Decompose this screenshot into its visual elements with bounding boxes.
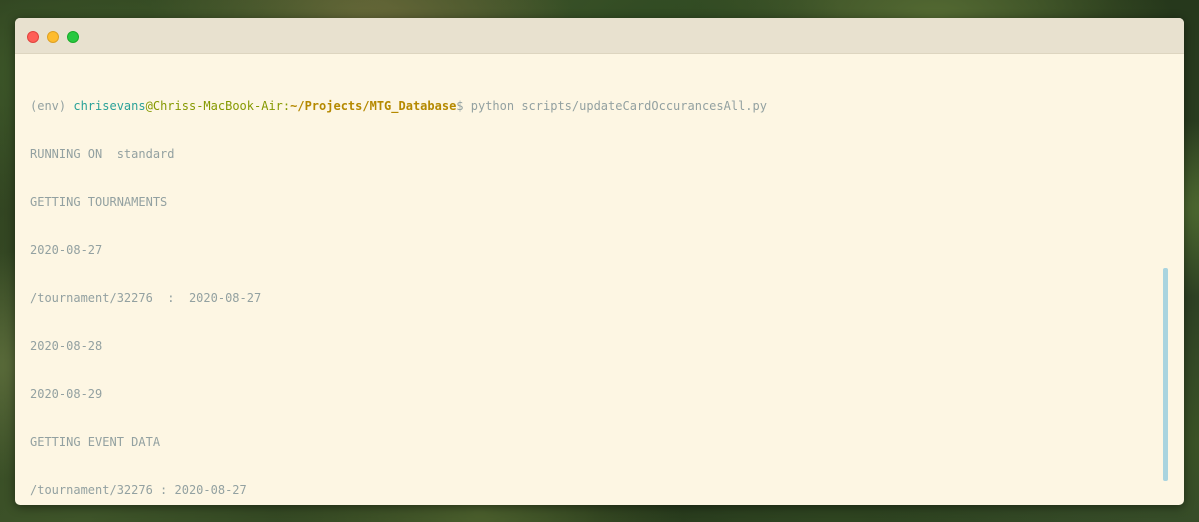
output-line: GETTING EVENT DATA [30,435,161,449]
prompt-at: @ [145,99,153,113]
env-indicator: (env) [30,99,74,113]
output-line: /tournament/32276 : 2020-08-27 [30,291,262,305]
command-prompt-line: (env) chrisevans@Chriss-MacBook-Air:~/Pr… [30,98,1154,114]
title-bar[interactable] [15,18,1184,54]
prompt-symbol: $ [456,99,464,113]
prompt-host: Chriss-MacBook-Air [152,99,283,113]
minimize-window-button[interactable] [47,31,59,43]
output-line: 2020-08-29 [30,387,103,401]
terminal-window: (env) chrisevans@Chriss-MacBook-Air:~/Pr… [15,18,1184,505]
terminal-output[interactable]: (env) chrisevans@Chriss-MacBook-Air:~/Pr… [30,66,1154,497]
output-line: GETTING TOURNAMENTS [30,195,168,209]
command-text: python scripts/updateCardOccurancesAll.p… [463,99,767,113]
prompt-user: chrisevans [73,99,146,113]
vertical-scrollbar[interactable] [1163,268,1168,481]
output-line: 2020-08-28 [30,339,103,353]
prompt-path: ~/Projects/MTG_Database [290,99,457,113]
output-line: /tournament/32276 : 2020-08-27 [30,483,247,497]
output-line: RUNNING ON standard [30,147,175,161]
zoom-window-button[interactable] [67,31,79,43]
output-line: 2020-08-27 [30,243,103,257]
close-window-button[interactable] [27,31,39,43]
